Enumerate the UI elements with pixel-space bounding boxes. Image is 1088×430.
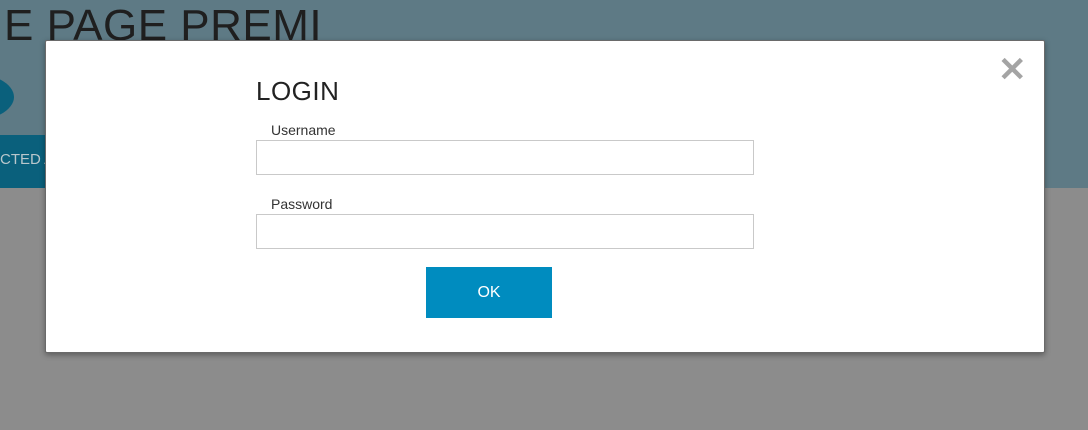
login-title: LOGIN	[256, 76, 340, 106]
password-input[interactable]	[256, 214, 754, 249]
close-icon[interactable]: ✕	[998, 53, 1027, 87]
username-label: Username	[271, 122, 336, 138]
password-label: Password	[271, 196, 333, 212]
username-input[interactable]	[256, 140, 754, 175]
login-modal: ✕ LOGIN Username Password OK	[45, 40, 1045, 353]
ok-button[interactable]: OK	[426, 267, 552, 318]
background-circle-button	[0, 73, 14, 121]
